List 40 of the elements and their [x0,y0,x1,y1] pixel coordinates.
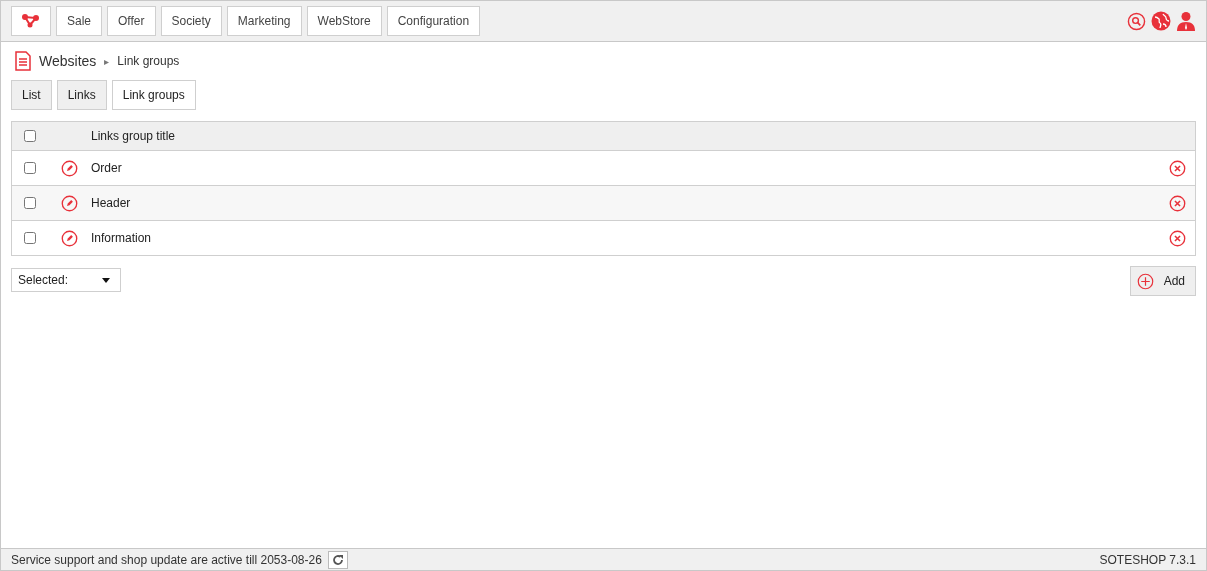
row-checkbox[interactable] [24,197,36,209]
delete-icon[interactable] [1168,194,1186,212]
globe-icon[interactable] [1151,11,1171,31]
table-cell-text: Header [91,196,132,210]
table-cell-text: Information [91,231,153,245]
document-icon [15,51,31,71]
menu-button[interactable]: Offer [107,6,156,36]
logo-button[interactable] [11,6,51,36]
edit-icon[interactable] [61,194,78,212]
row-checkbox[interactable] [24,232,36,244]
tab[interactable]: Link groups [111,80,196,110]
delete-icon[interactable] [1168,229,1186,247]
select-all-checkbox[interactable] [24,130,36,142]
user-icon[interactable] [1176,11,1196,31]
breadcrumb-section[interactable]: Websites [39,53,97,69]
breadcrumb-separator: ▸ [104,55,110,67]
menu-button[interactable]: Configuration [386,6,481,36]
menu-button[interactable]: Marketing [226,6,302,36]
network-icon [22,13,40,29]
edit-icon[interactable] [61,229,78,247]
menu-button[interactable]: Sale [56,6,103,36]
bulk-action-select[interactable]: Selected: [11,268,121,292]
caret-icon [102,277,110,283]
add-button[interactable]: Add [1129,266,1196,296]
table-cell-text: Order [91,161,123,175]
plus-icon [1136,272,1154,290]
tab[interactable]: List [11,80,52,110]
breadcrumb-current: Link groups [117,54,180,68]
menu-button[interactable]: WebStore [306,6,382,36]
search-icon[interactable] [1127,11,1146,31]
menu-button[interactable]: Society [160,6,222,36]
version-label: SOTESHOP 7.3.1 [1099,552,1196,567]
tab[interactable]: Links [56,80,107,110]
status-message: Service support and shop update are active till 2053-08-26 [11,552,322,567]
row-checkbox[interactable] [24,162,36,174]
refresh-icon [331,553,344,566]
delete-icon[interactable] [1168,159,1186,177]
edit-icon[interactable] [61,159,78,177]
refresh-button[interactable] [327,550,348,569]
column-header: Links group title [91,129,177,143]
